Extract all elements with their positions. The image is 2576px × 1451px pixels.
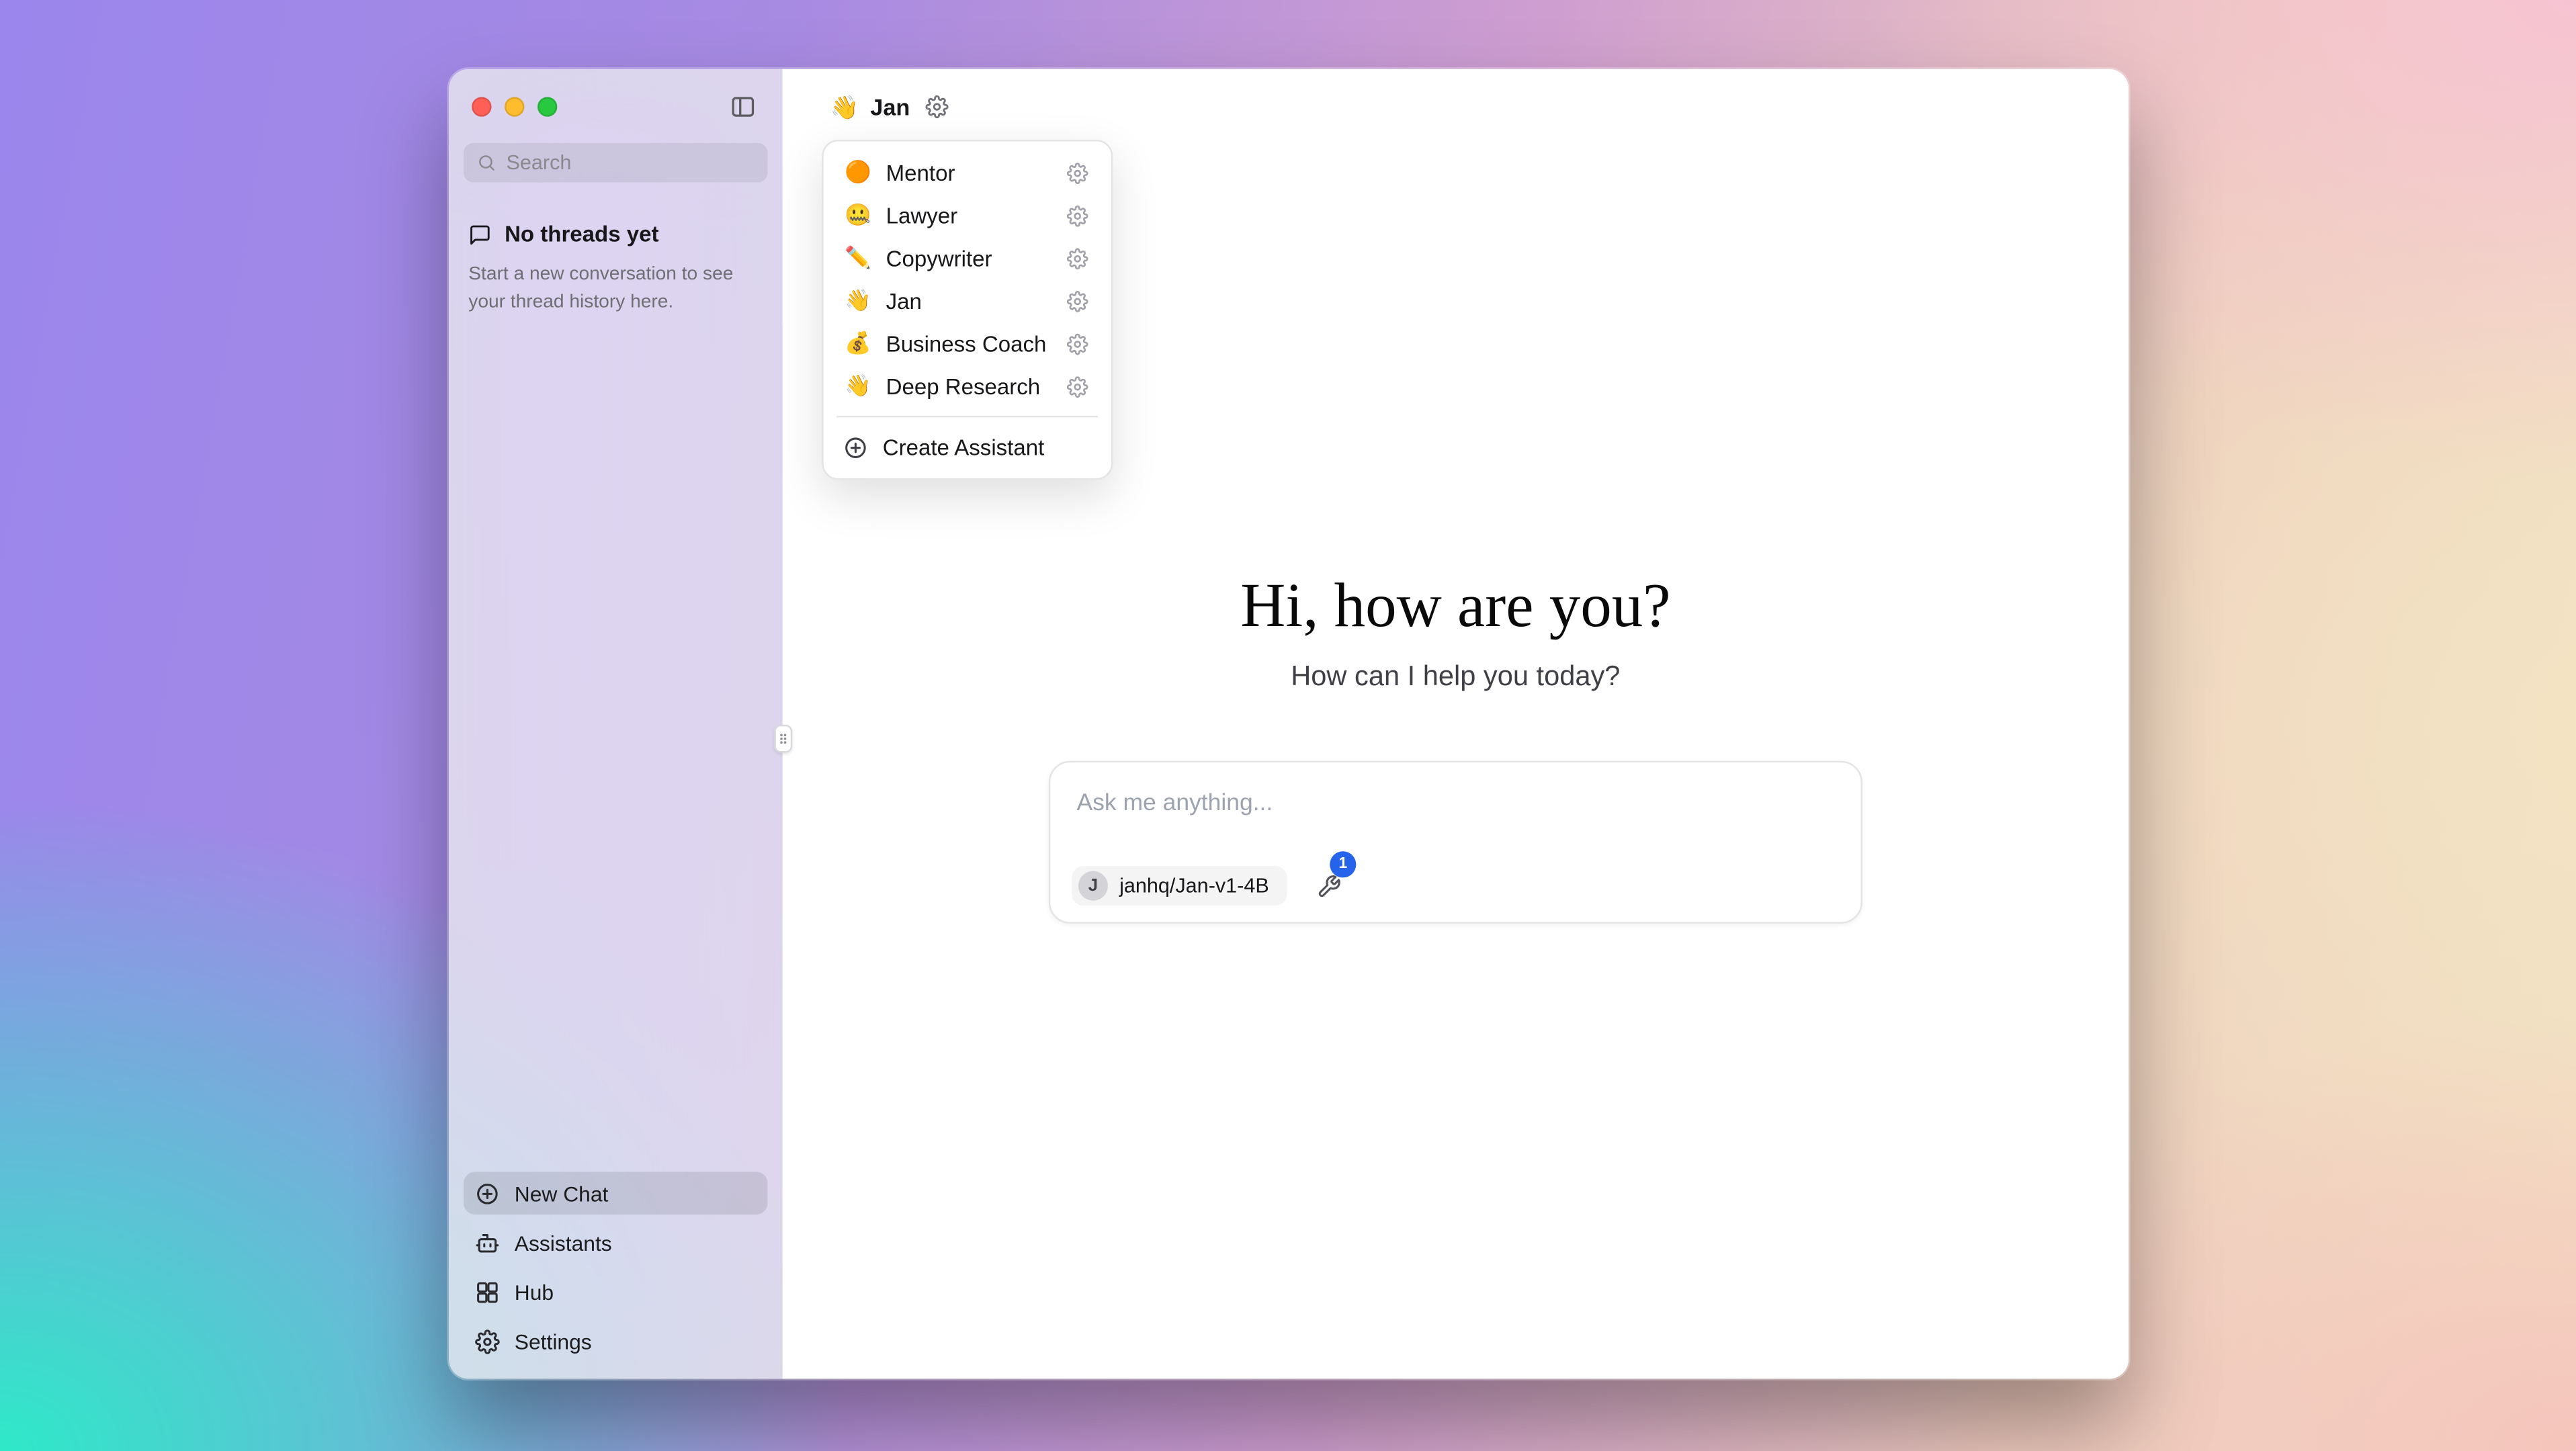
empty-state-description: Start a new conversation to see your thr…: [468, 261, 758, 318]
tools-count-badge: 1: [1330, 850, 1356, 877]
desktop: No threads yet Start a new conversation …: [0, 0, 2576, 1451]
menu-item-business-coach[interactable]: 💰 Business Coach: [833, 322, 1101, 365]
main-area: 👋 Jan 🟠 Mentor 🤐 Lawyer ✏️: [783, 69, 2129, 1379]
grip-icon: [776, 728, 791, 750]
assistant-emoji: ✏️: [843, 245, 873, 271]
model-name: janhq/Jan-v1-4B: [1119, 875, 1269, 897]
gear-icon[interactable]: [925, 95, 947, 118]
menu-item-lawyer[interactable]: 🤐 Lawyer: [833, 194, 1101, 237]
search-box[interactable]: [464, 143, 768, 183]
wrench-icon: [1317, 873, 1342, 898]
menu-item-label: Deep Research: [886, 374, 1051, 399]
minimize-button[interactable]: [505, 97, 524, 116]
sidebar-item-label: New Chat: [515, 1181, 609, 1206]
panel-left-icon: [730, 93, 756, 120]
sidebar-item-label: Assistants: [515, 1230, 612, 1255]
bot-icon: [475, 1230, 500, 1255]
create-assistant-label: Create Assistant: [883, 435, 1044, 459]
menu-item-copywriter[interactable]: ✏️ Copywriter: [833, 236, 1101, 279]
search-icon: [476, 153, 496, 173]
greeting: Hi, how are you? How can I help you toda…: [783, 570, 2129, 693]
menu-item-deep-research[interactable]: 👋 Deep Research: [833, 365, 1101, 408]
assistant-emoji: 🟠: [843, 159, 873, 185]
assistant-emoji: 🤐: [843, 202, 873, 228]
sidebar-item-new-chat[interactable]: New Chat: [464, 1172, 768, 1215]
menu-item-label: Jan: [886, 288, 1051, 313]
sidebar-item-label: Settings: [515, 1329, 592, 1354]
gear-icon: [475, 1329, 500, 1354]
assistant-selector[interactable]: 👋 Jan: [830, 93, 947, 121]
gear-icon[interactable]: [1064, 244, 1092, 272]
search-input[interactable]: [507, 151, 771, 174]
menu-item-mentor[interactable]: 🟠 Mentor: [833, 151, 1101, 194]
sidebar-top-bar: [464, 92, 768, 122]
greeting-subtitle: How can I help you today?: [783, 660, 2129, 693]
menu-item-jan[interactable]: 👋 Jan: [833, 279, 1101, 322]
menu-item-label: Copywriter: [886, 246, 1051, 271]
threads-empty-state: No threads yet Start a new conversation …: [464, 222, 768, 318]
assistant-menu: 🟠 Mentor 🤐 Lawyer ✏️ Copywriter 👋 Jan: [822, 140, 1113, 480]
toggle-sidebar-button[interactable]: [726, 91, 759, 124]
message-input[interactable]: [1050, 762, 1860, 817]
grid-icon: [475, 1280, 500, 1305]
gear-icon[interactable]: [1064, 159, 1092, 187]
composer-toolbar: J janhq/Jan-v1-4B 1: [1072, 866, 1344, 906]
assistant-emoji: 👋: [843, 373, 873, 399]
chat-bubble-icon: [468, 223, 491, 246]
gear-icon[interactable]: [1064, 287, 1092, 315]
composer: J janhq/Jan-v1-4B 1: [1049, 761, 1862, 924]
empty-state-title: No threads yet: [505, 222, 658, 247]
plus-circle-icon: [475, 1181, 500, 1206]
assistant-name: Jan: [870, 93, 910, 120]
sidebar-item-assistants[interactable]: Assistants: [464, 1221, 768, 1264]
gear-icon[interactable]: [1064, 202, 1092, 230]
menu-divider: [836, 416, 1098, 417]
sidebar-spacer: [464, 318, 768, 1172]
gear-icon[interactable]: [1064, 372, 1092, 400]
close-button[interactable]: [472, 97, 491, 116]
sidebar-nav: New Chat Assistants Hub Settings: [464, 1172, 768, 1366]
greeting-title: Hi, how are you?: [783, 570, 2129, 643]
zoom-button[interactable]: [538, 97, 557, 116]
sidebar-item-settings[interactable]: Settings: [464, 1320, 768, 1363]
sidebar-item-label: Hub: [515, 1280, 554, 1305]
traffic-lights: [472, 97, 557, 116]
sidebar-item-hub[interactable]: Hub: [464, 1270, 768, 1313]
sidebar-resize-handle[interactable]: [774, 725, 792, 753]
gear-icon[interactable]: [1064, 330, 1092, 358]
main-header: 👋 Jan: [783, 69, 2129, 145]
menu-item-label: Business Coach: [886, 331, 1051, 356]
menu-item-label: Mentor: [886, 161, 1051, 185]
menu-item-label: Lawyer: [886, 203, 1051, 228]
assistant-emoji: 👋: [843, 288, 873, 314]
tools-button-wrap: 1: [1314, 870, 1344, 901]
sidebar: No threads yet Start a new conversation …: [449, 69, 783, 1379]
app-window: No threads yet Start a new conversation …: [449, 69, 2129, 1379]
model-avatar: J: [1078, 871, 1108, 901]
assistant-emoji: 💰: [843, 331, 873, 357]
plus-circle-icon: [843, 435, 868, 459]
assistant-emoji: 👋: [830, 93, 859, 121]
create-assistant-button[interactable]: Create Assistant: [833, 426, 1101, 469]
model-selector[interactable]: J janhq/Jan-v1-4B: [1072, 866, 1287, 906]
